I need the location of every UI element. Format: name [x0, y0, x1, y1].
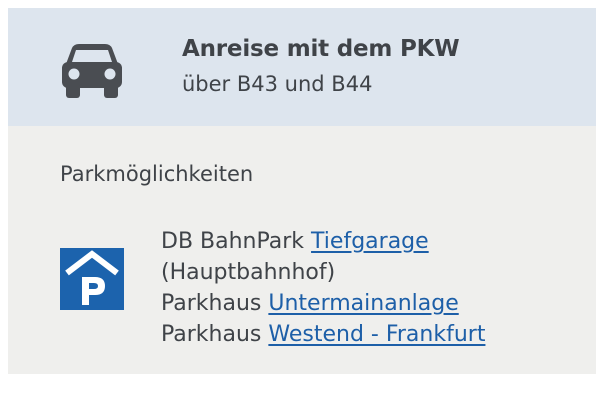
car-icon — [62, 44, 122, 98]
untermainanlage-link[interactable]: Untermainanlage — [268, 291, 458, 316]
tiefgarage-link[interactable]: Tiefgarage — [311, 229, 429, 254]
parking-list: DB BahnPark Tiefgarage (Hauptbahnhof) Pa… — [161, 226, 581, 350]
parking-entry-prefix: DB BahnPark — [161, 229, 305, 254]
parking-entry: Parkhaus Untermainanlage — [161, 288, 581, 319]
parking-garage-icon — [60, 248, 124, 310]
westend-frankfurt-link[interactable]: Westend - Frankfurt — [268, 322, 485, 347]
header-subtitle: über B43 und B44 — [182, 72, 373, 96]
parking-entry-prefix: Parkhaus — [161, 291, 262, 316]
parking-entry-suffix: (Hauptbahnhof) — [161, 260, 336, 285]
parking-entry-prefix: Parkhaus — [161, 322, 262, 347]
header-title: Anreise mit dem PKW — [182, 36, 460, 62]
parking-entry: DB BahnPark Tiefgarage — [161, 226, 581, 257]
parking-section-title: Parkmöglichkeiten — [60, 162, 254, 186]
travel-info-card: Anreise mit dem PKW über B43 und B44 Par… — [8, 8, 596, 374]
parking-entry: Parkhaus Westend - Frankfurt — [161, 319, 581, 350]
car-travel-header: Anreise mit dem PKW über B43 und B44 — [8, 8, 596, 126]
